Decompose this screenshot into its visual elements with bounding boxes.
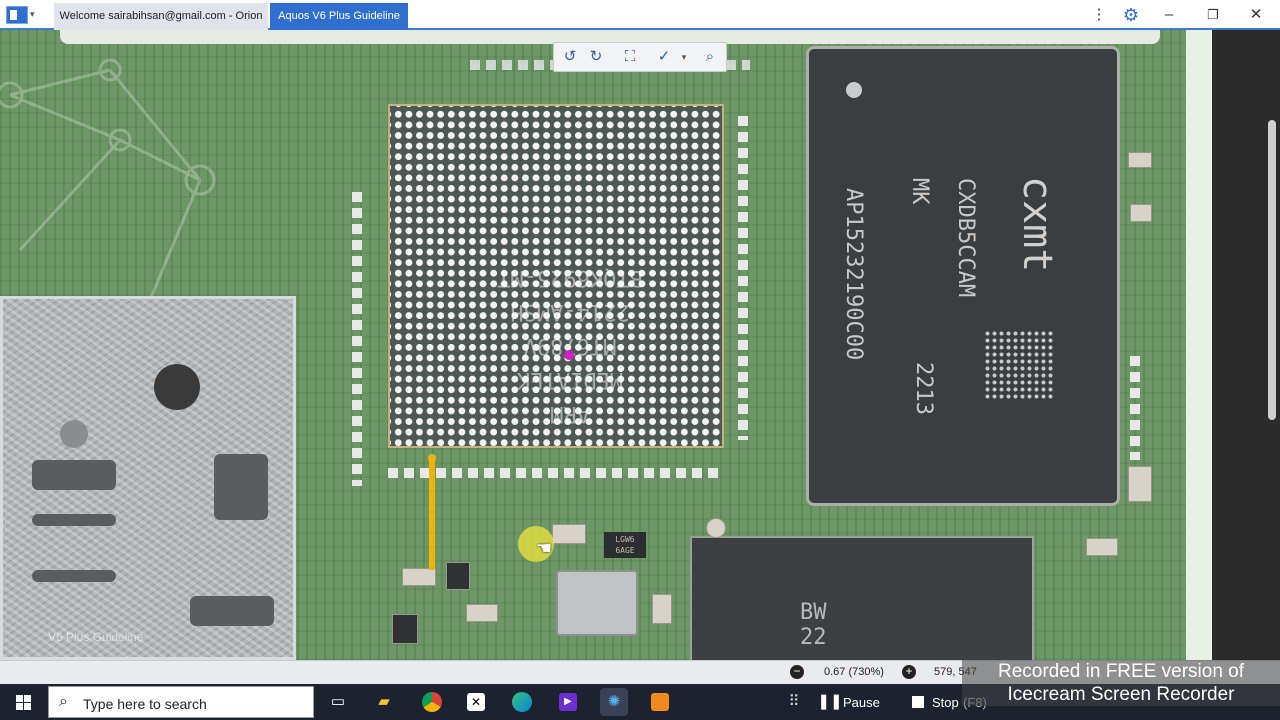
test-point [706,518,726,538]
search-icon: ⌕ [59,693,68,710]
drag-handle-icon[interactable]: ⠿ [780,688,808,716]
inductor-component [556,570,638,636]
small-ic: LGW6 6AGE [604,532,646,558]
gear-icon[interactable]: ⚙ [1118,4,1144,26]
selected-pin-marker[interactable] [564,350,574,360]
recorder-watermark: Recorded in FREE version of Icecream Scr… [962,660,1280,706]
tab-label: Welcome sairabihsan@gmail.com - Orion [59,10,263,22]
shield-slot [32,570,116,582]
pad-column [738,110,748,440]
app-icon[interactable] [6,6,28,24]
board-right-edge [1186,30,1212,660]
shield-watermark: V6 Plus Guideline [48,630,144,644]
file-explorer-icon[interactable]: ▰ [370,688,398,716]
edge-icon[interactable] [508,688,536,716]
passive-component [466,604,498,622]
chevron-down-icon[interactable]: ▾ [672,46,696,68]
small-ic [392,614,418,644]
rotate-left-icon[interactable]: ↺ [558,46,582,68]
pause-icon[interactable]: ❚❚ [816,688,844,716]
kebab-menu-icon[interactable]: ⋮ [1086,4,1112,26]
tab-guideline[interactable]: Aquos V6 Plus Guideline [270,3,408,30]
shield-slot [214,454,268,520]
app-x-icon[interactable]: ✕ [462,688,490,716]
rotate-right-icon[interactable]: ↻ [584,46,608,68]
windows-start-icon[interactable] [0,684,46,720]
probe-highlight [429,460,435,570]
passive-component [402,568,436,586]
maximize-icon[interactable]: ❐ [1200,4,1226,26]
passive-component [652,594,672,624]
stop-label[interactable]: Stop [932,695,959,710]
taskbar-search[interactable]: ⌕ Type here to search [48,686,314,718]
fit-screen-icon[interactable]: ⛶ [618,46,642,68]
zoom-level: 0.67 (730%) [824,666,884,678]
task-view-icon[interactable]: ▭ [324,688,352,716]
view-toolbar: ↺ ↻ ⛶ ✓ ▾ ⌕ [553,42,727,72]
shield-hole [60,420,88,448]
pause-label[interactable]: Pause [843,695,880,710]
shield-slot [32,514,116,526]
video-app-icon[interactable]: ▶ [554,688,582,716]
stop-icon[interactable] [904,688,932,716]
close-icon[interactable]: ✕ [1243,4,1269,26]
memory-qr-code [984,330,1054,400]
lower-chip-text: BW 22 [800,600,827,650]
pad-column [352,186,362,486]
tab-label: Aquos V6 Plus Guideline [278,10,400,22]
passive-component [1130,204,1152,222]
shield-slot [190,596,274,626]
lower-chip[interactable] [690,536,1034,666]
scrollbar-thumb[interactable] [1268,120,1276,420]
chrome-icon[interactable] [418,688,446,716]
pad-column [1130,350,1140,460]
memory-line2: MK [907,178,932,205]
title-bar: ▾ Welcome sairabihsan@gmail.com - Orion … [0,0,1280,30]
passive-component [1128,466,1152,502]
memory-line1: CXDB5CCAM [953,178,978,298]
small-ic [446,562,470,590]
shield-slot [32,460,116,490]
memory-line3: AP15232190C00 [841,188,866,361]
passive-component [1128,152,1152,168]
chevron-down-icon[interactable]: ▾ [30,9,35,20]
shield-hole [154,364,200,410]
zoom-in-icon[interactable]: + [902,665,916,679]
tab-welcome[interactable]: Welcome sairabihsan@gmail.com - Orion [54,3,268,30]
ghost-network-pattern [0,58,216,301]
hand-cursor-icon: ☚ [536,538,553,558]
memory-line4: 2213 [911,362,936,415]
search-icon[interactable]: ⌕ [698,46,722,68]
orion-app-icon[interactable]: ✺ [600,688,628,716]
pin1-dot [846,82,862,98]
pad-row [388,468,724,478]
passive-component [1086,538,1118,556]
memory-brand: cxmt [1014,176,1060,273]
minimize-icon[interactable]: – [1156,4,1182,26]
soc-marking: ARM MEDIATEK MT6789V 2214-AMSH BTQK6925-… [497,265,643,426]
zoom-out-icon[interactable]: − [790,665,804,679]
passive-component [552,524,586,544]
recorder-app-icon[interactable] [646,688,674,716]
search-placeholder: Type here to search [83,696,207,712]
